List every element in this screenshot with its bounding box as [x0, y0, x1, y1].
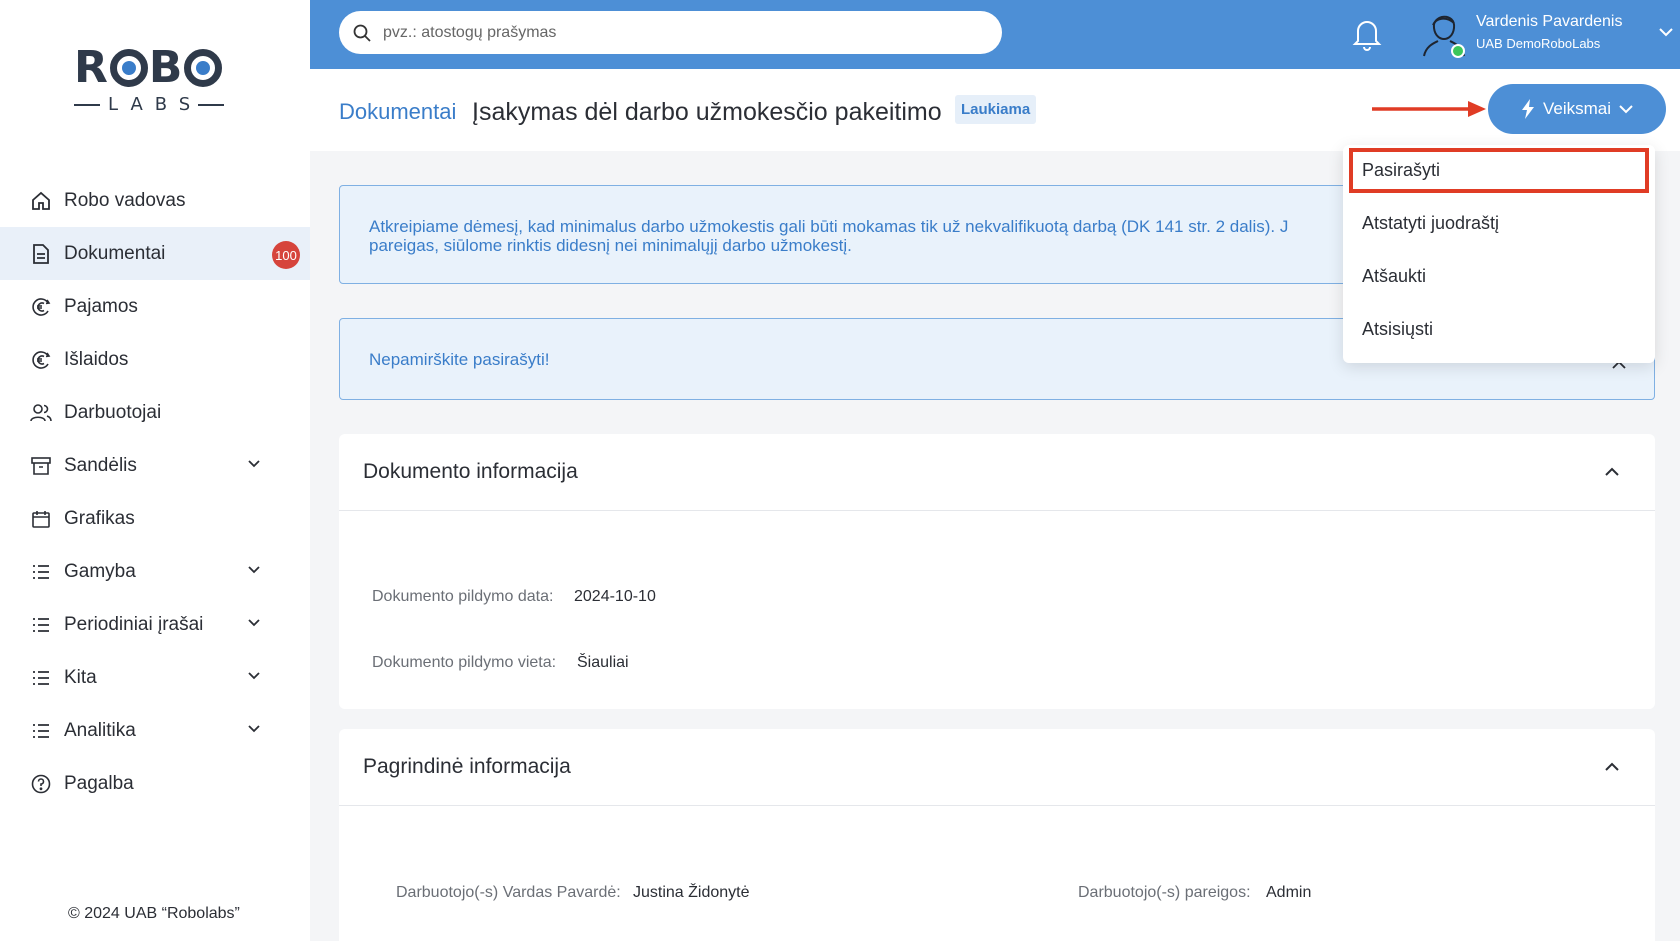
help-icon [30, 773, 52, 795]
robolabs-logo[interactable]: RB LABS [74, 46, 234, 126]
search-bar[interactable] [339, 11, 1002, 54]
employee-label: Darbuotojo(-s) Vardas Pavardė: [396, 884, 621, 901]
calendar-icon [30, 508, 52, 530]
main-info-header[interactable]: Pagrindinė informacija [339, 729, 1655, 806]
card-title: Pagrindinė informacija [363, 755, 571, 778]
sidebar-item-label: Gamyba [64, 560, 136, 582]
sidebar-item-robo-vadovas[interactable]: Robo vadovas [0, 174, 310, 227]
main-info-card: Pagrindinė informacija Darbuotojo(-s) Va… [339, 729, 1655, 941]
chevron-up-icon[interactable] [1605, 467, 1619, 477]
sidebar-item-pajamos[interactable]: Pajamos [0, 280, 310, 333]
search-input[interactable] [383, 23, 943, 42]
sidebar-item-gamyba[interactable]: Gamyba [0, 545, 310, 598]
chevron-down-icon[interactable] [1658, 26, 1674, 38]
card-title: Dokumento informacija [363, 460, 578, 483]
sidebar-item-label: Pagalba [64, 772, 134, 794]
euro-income-icon [30, 296, 52, 318]
actions-dropdown-menu: Pasirašyti Atstatyti juodraštį Atšaukti … [1343, 145, 1655, 363]
sidebar-item-label: Sandėlis [64, 454, 137, 476]
date-label: Dokumento pildymo data: [372, 588, 554, 605]
page-header: Dokumentai Įsakymas dėl darbo užmokesčio… [310, 69, 1680, 151]
document-icon [30, 243, 52, 265]
sidebar-item-dokumentai[interactable]: Dokumentai 100 [0, 227, 310, 280]
sidebar-item-label: Robo vadovas [64, 189, 186, 211]
menu-item-atstatyti-juodrasti[interactable]: Atstatyti juodraštį [1343, 198, 1655, 248]
document-info-card: Dokumento informacija Dokumento pildymo … [339, 434, 1655, 709]
breadcrumb-dokumentai[interactable]: Dokumentai [339, 99, 456, 125]
copyright-text: © 2024 UAB “Robolabs” [68, 905, 240, 922]
reminder-text: Nepamirškite pasirašyti! [369, 350, 550, 369]
online-status-dot [1451, 44, 1465, 58]
top-bar: Vardenis Pavardenis UAB DemoRoboLabs [310, 0, 1680, 69]
avatar[interactable] [1420, 8, 1468, 58]
user-company: UAB DemoRoboLabs [1476, 36, 1601, 51]
menu-item-atsisiusti[interactable]: Atsisiųsti [1343, 304, 1655, 354]
status-badge: Laukiama [955, 95, 1037, 124]
chevron-down-icon [248, 725, 260, 733]
employee-value: Justina Židonytė [633, 884, 750, 901]
chevron-up-icon[interactable] [1605, 762, 1619, 772]
user-name[interactable]: Vardenis Pavardenis [1476, 13, 1622, 31]
position-value: Admin [1266, 884, 1312, 901]
sidebar-item-label: Išlaidos [64, 348, 129, 370]
chevron-down-icon [248, 460, 260, 468]
actions-button-label: Veiksmai [1542, 99, 1612, 118]
sidebar-item-analitika[interactable]: Analitika [0, 704, 310, 757]
list-icon [30, 561, 52, 583]
sidebar-item-label: Grafikas [64, 507, 135, 529]
sidebar-item-pagalba[interactable]: Pagalba [0, 757, 310, 810]
sidebar-item-kita[interactable]: Kita [0, 651, 310, 704]
sidebar-item-label: Periodiniai įrašai [64, 613, 204, 635]
document-info-header[interactable]: Dokumento informacija [339, 434, 1655, 511]
sidebar-item-periodiniai-irasai[interactable]: Periodiniai įrašai [0, 598, 310, 651]
sidebar-item-grafikas[interactable]: Grafikas [0, 492, 310, 545]
sidebar-item-label: Pajamos [64, 295, 138, 317]
sidebar-item-darbuotojai[interactable]: Darbuotojai [0, 386, 310, 439]
list-icon [30, 614, 52, 636]
red-arrow-annotation [1372, 101, 1486, 117]
list-icon [30, 720, 52, 742]
chevron-down-icon [248, 619, 260, 627]
sidebar-item-label: Darbuotojai [64, 401, 162, 423]
lightning-icon [1521, 99, 1534, 119]
sidebar: RB LABS Robo vadovas Dokumentai 100 Paja… [0, 0, 310, 941]
menu-item-atsaukti[interactable]: Atšaukti [1343, 251, 1655, 301]
sidebar-item-label: Analitika [64, 719, 136, 741]
menu-item-pasirasyti[interactable]: Pasirašyti [1349, 148, 1649, 193]
sidebar-item-islaidos[interactable]: Išlaidos [0, 333, 310, 386]
search-icon [353, 24, 371, 42]
sidebar-item-sandelis[interactable]: Sandėlis [0, 439, 310, 492]
chevron-down-icon [248, 566, 260, 574]
documents-count-badge: 100 [272, 241, 300, 269]
home-icon [30, 190, 52, 212]
actions-button[interactable]: Veiksmai [1488, 84, 1666, 134]
sidebar-item-label: Kita [64, 666, 97, 688]
euro-expense-icon [30, 349, 52, 371]
place-label: Dokumento pildymo vieta: [372, 654, 557, 671]
notifications-bell-icon[interactable] [1352, 17, 1382, 51]
list-icon [30, 667, 52, 689]
chevron-down-icon [248, 672, 260, 680]
sidebar-item-label: Dokumentai [64, 242, 166, 264]
archive-icon [30, 455, 52, 477]
page-title: Įsakymas dėl darbo užmokesčio pakeitimo [472, 98, 942, 126]
chevron-down-icon [1619, 105, 1633, 114]
sidebar-nav: Robo vadovas Dokumentai 100 Pajamos Išla… [0, 174, 310, 810]
place-value: Šiauliai [577, 654, 629, 671]
position-label: Darbuotojo(-s) pareigos: [1078, 884, 1251, 901]
date-value: 2024-10-10 [574, 588, 656, 605]
users-icon [30, 402, 52, 424]
